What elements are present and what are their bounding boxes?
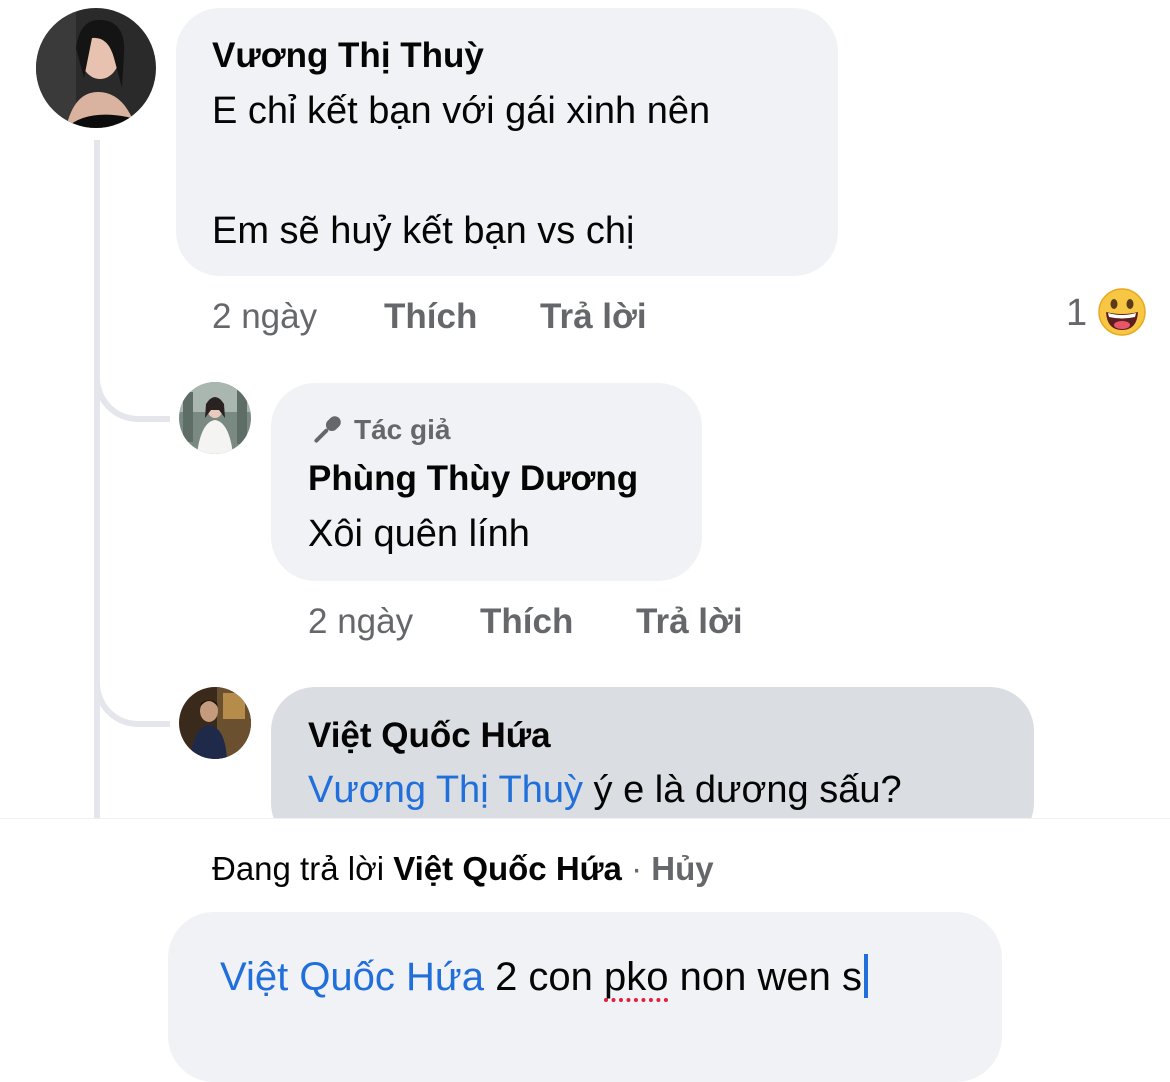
mention-link[interactable]: Vương Thị Thuỳ <box>308 769 583 811</box>
comment-author[interactable]: Việt Quốc Hứa <box>308 716 551 756</box>
grinning-emoji-icon[interactable] <box>1097 287 1147 337</box>
comment-text: Xôi quên lính <box>308 513 530 555</box>
author-badge: Tác giả <box>308 411 450 449</box>
replying-prefix: Đang trả lời <box>212 850 394 887</box>
avatar[interactable] <box>179 382 251 454</box>
like-button[interactable]: Thích <box>384 297 477 337</box>
author-badge-label: Tác giả <box>354 414 451 445</box>
thread-branch <box>94 360 170 422</box>
avatar[interactable] <box>179 687 251 759</box>
comment-author[interactable]: Vương Thị Thuỳ <box>212 36 484 76</box>
avatar-photo <box>179 382 251 454</box>
text-cursor <box>864 954 868 998</box>
separator: · <box>621 850 652 887</box>
input-text-segment: non wen s <box>668 955 862 999</box>
thread-branch <box>94 665 170 727</box>
microphone-icon <box>314 416 341 443</box>
thread-line <box>94 140 100 830</box>
replying-target: Việt Quốc Hứa <box>393 850 622 887</box>
comment-text-line: E chỉ kết bạn với gái xinh nên <box>212 90 711 132</box>
replying-to-bar: Đang trả lời Việt Quốc Hứa · Hủy <box>212 850 714 888</box>
reaction-count[interactable]: 1 <box>1066 292 1087 335</box>
avatar-photo <box>36 8 156 128</box>
misspelled-word: pko <box>604 955 669 999</box>
input-text-segment: 2 con <box>483 955 605 999</box>
comment-text-line: Em sẽ huỷ kết bạn vs chị <box>212 210 635 252</box>
avatar[interactable] <box>36 8 156 128</box>
comment-text: Vương Thị Thuỳ ý e là dương sấu? <box>308 771 902 809</box>
reply-button[interactable]: Trả lời <box>636 602 743 642</box>
mention-link[interactable]: Việt Quốc Hứa <box>220 955 484 999</box>
cancel-reply-button[interactable]: Hủy <box>651 850 713 887</box>
comment-timestamp: 2 ngày <box>212 297 318 336</box>
comment-author[interactable]: Phùng Thùy Dương <box>308 459 638 499</box>
comment-text-body: ý e là dương sấu? <box>582 769 902 811</box>
reply-button[interactable]: Trả lời <box>540 297 647 337</box>
avatar-photo <box>179 687 251 759</box>
comment-timestamp: 2 ngày <box>308 602 414 641</box>
like-button[interactable]: Thích <box>480 602 573 642</box>
comment-input-text[interactable]: Việt Quốc Hứa 2 con pko non wen s <box>220 950 980 1004</box>
